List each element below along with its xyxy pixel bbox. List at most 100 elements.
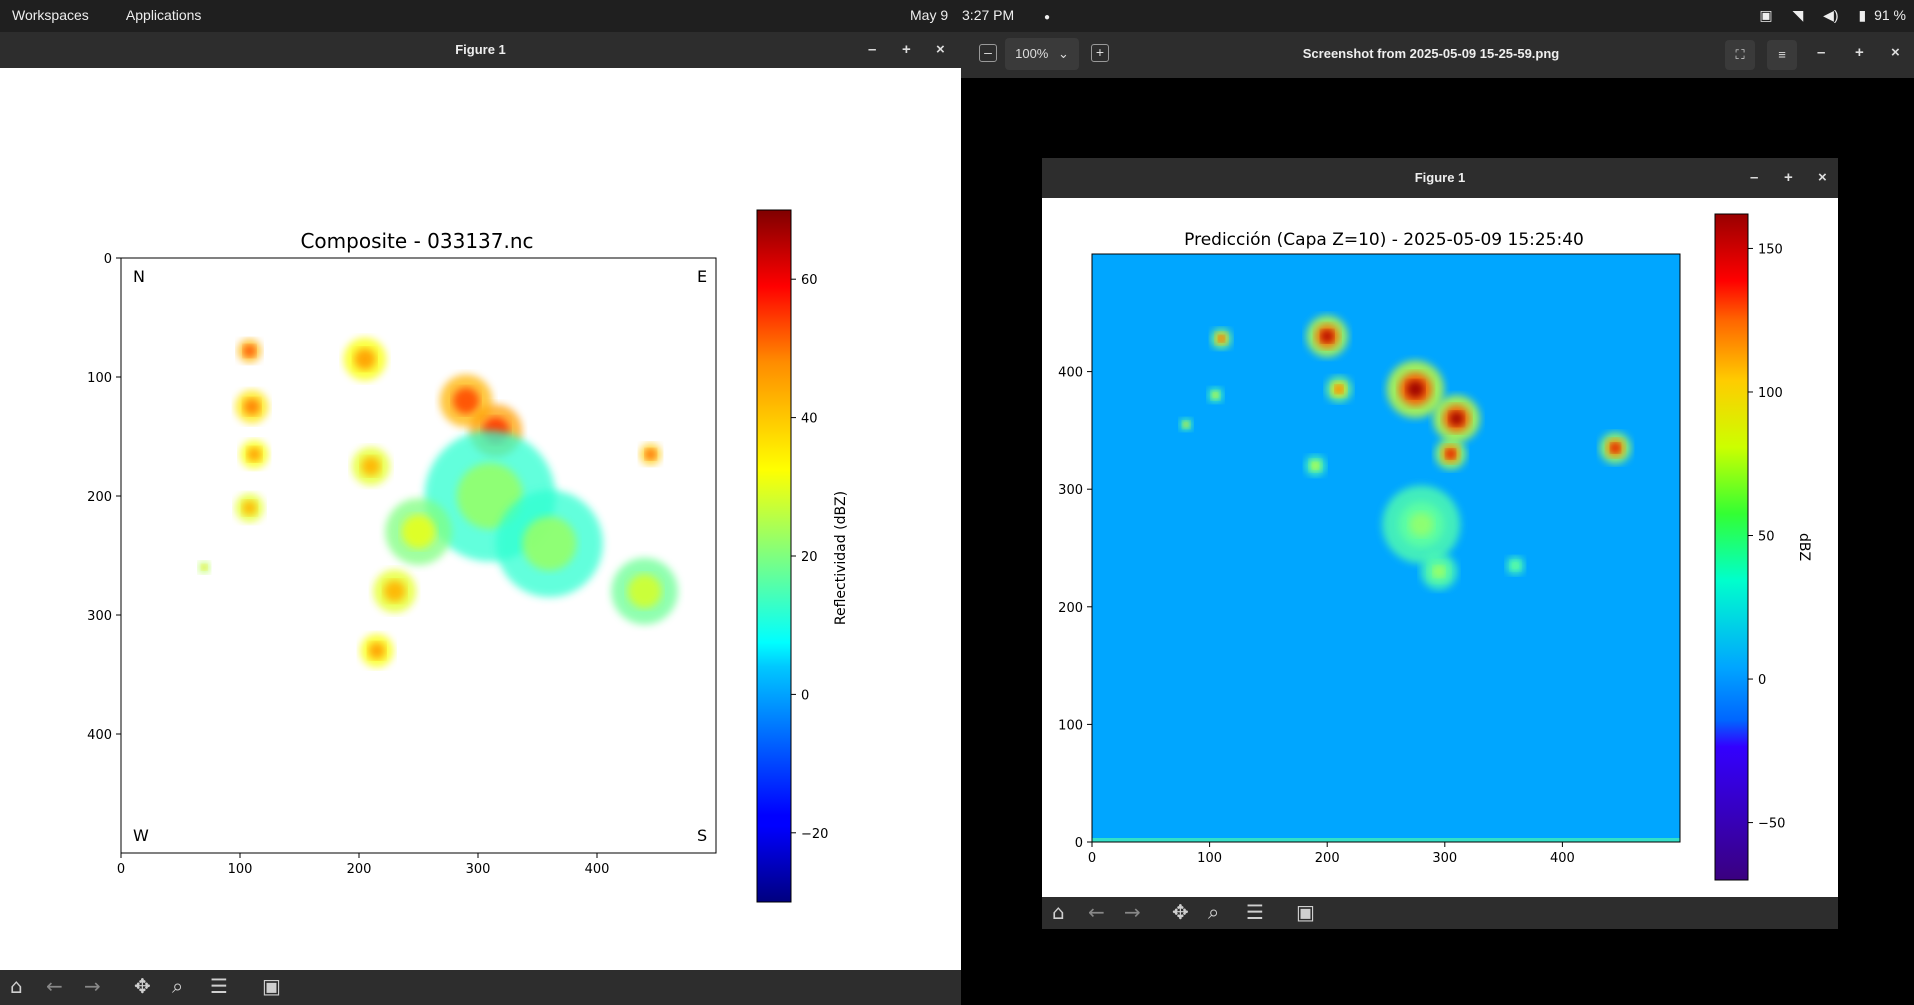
- minimize-button[interactable]: –: [868, 32, 876, 68]
- corner-label-north: N: [133, 267, 145, 286]
- y-tick-label: 100: [87, 371, 112, 386]
- zoom-level-dropdown[interactable]: 100% ⌄: [1005, 38, 1079, 70]
- viewer-title: Screenshot from 2025-05-09 15-25-59.png: [1302, 46, 1560, 61]
- echo-cell-core: [1218, 335, 1225, 342]
- viewer-minimize-button[interactable]: –: [1817, 44, 1825, 61]
- y-tick-label: 400: [87, 728, 112, 743]
- plot-background: [1092, 254, 1680, 842]
- zoom-level: 100%: [1015, 46, 1049, 61]
- echo-cell-core: [354, 348, 376, 370]
- colorbar-tick-label: 0: [1758, 673, 1766, 688]
- y-tick-label: 400: [1058, 366, 1083, 381]
- echo-cell-core: [243, 344, 256, 357]
- image-figure-toolbar: ⌂ ← → ✥ ⌕ ☰ ▣: [1042, 897, 1838, 929]
- plot-area[interactable]: [120, 257, 717, 854]
- colorbar: [756, 209, 792, 903]
- configure-icon[interactable]: ☰: [210, 974, 228, 998]
- colorbar-label: Reflectividad (dBZ): [833, 491, 849, 625]
- wifi-icon[interactable]: ◥: [1792, 7, 1803, 23]
- corner-label-south: S: [697, 826, 707, 845]
- image-window-title: Figure 1: [1414, 170, 1466, 185]
- echo-cell-core: [243, 398, 261, 416]
- colorbar-tick-label: −50: [1758, 817, 1785, 832]
- colorbar-tick-label: 40: [801, 412, 818, 427]
- x-tick-label: 400: [1550, 851, 1575, 866]
- configure-icon: ☰: [1246, 900, 1264, 924]
- echo-cell-core: [1320, 329, 1334, 343]
- viewer-maximize-button[interactable]: +: [1855, 44, 1864, 61]
- volume-icon[interactable]: ◀): [1823, 7, 1838, 23]
- x-tick-label: 0: [117, 862, 125, 877]
- echo-cell-core: [1334, 385, 1343, 394]
- maximize-button[interactable]: +: [902, 32, 911, 68]
- battery-icon[interactable]: ▮: [1858, 7, 1866, 23]
- zoom-icon[interactable]: ⌕: [172, 974, 183, 998]
- echo-cell-core: [1312, 462, 1319, 469]
- echo-cell-core: [401, 514, 436, 549]
- zoom-out-button[interactable]: –: [979, 44, 997, 62]
- y-tick-label: 0: [104, 252, 112, 267]
- x-tick-label: 0: [1088, 851, 1096, 866]
- echo-cell-core: [522, 516, 577, 571]
- figure-window-left: Figure 1 – + × Composite - 033137.nc N E…: [0, 32, 961, 1005]
- close-button[interactable]: ×: [936, 32, 945, 68]
- colorbar-tick-label: 100: [1758, 386, 1783, 401]
- home-icon[interactable]: ⌂: [10, 974, 23, 998]
- echo-cell-core: [361, 456, 381, 476]
- workspaces-menu[interactable]: Workspaces: [12, 7, 89, 23]
- date-label[interactable]: May 9: [910, 7, 948, 23]
- forward-arrow-icon: →: [1124, 900, 1141, 924]
- chevron-down-icon: ⌄: [1057, 46, 1069, 61]
- chart-title: Predicción (Capa Z=10) - 2025-05-09 15:2…: [1184, 230, 1584, 250]
- echo-cell-core: [383, 580, 406, 602]
- x-tick-label: 200: [347, 862, 372, 877]
- back-arrow-icon[interactable]: ←: [46, 974, 63, 998]
- echo-cell-core: [1433, 565, 1445, 578]
- echo-cell-core: [247, 447, 262, 462]
- save-icon[interactable]: ▣: [262, 974, 281, 998]
- echo-cell-core: [1184, 422, 1189, 427]
- y-tick-label: 200: [1058, 601, 1083, 616]
- colorbar: [1714, 213, 1749, 881]
- echo-cell-core: [1610, 443, 1621, 453]
- corner-label-east: E: [697, 267, 707, 286]
- time-label[interactable]: 3:27 PM: [962, 7, 1014, 23]
- forward-arrow-icon[interactable]: →: [84, 974, 101, 998]
- figure-window-titlebar[interactable]: Figure 1 – + ×: [0, 32, 961, 68]
- zoom-in-button[interactable]: +: [1091, 44, 1109, 62]
- menu-icon[interactable]: ≡: [1767, 40, 1797, 70]
- fullscreen-icon[interactable]: ⛶: [1725, 40, 1755, 70]
- x-tick-label: 100: [1197, 851, 1222, 866]
- system-top-bar: Workspaces Applications May 9 3:27 PM ● …: [0, 0, 1914, 32]
- echo-cell-core: [1512, 562, 1519, 569]
- composite-figure: Composite - 033137.nc N E W S 0 100 200 300…: [87, 209, 849, 903]
- x-tick-label: 300: [466, 862, 491, 877]
- display-icon[interactable]: ▣: [1759, 7, 1772, 23]
- save-icon: ▣: [1296, 900, 1315, 924]
- image-minimize-icon: –: [1750, 169, 1759, 186]
- image-figure-titlebar: Figure 1 – + ×: [1042, 158, 1838, 198]
- x-tick-label: 400: [585, 862, 610, 877]
- echo-cell-core: [368, 642, 386, 660]
- viewer-close-button[interactable]: ×: [1891, 44, 1900, 61]
- echo-cell-core: [1449, 411, 1464, 426]
- echo-cell-core: [1406, 380, 1425, 399]
- colorbar-ticks: −50 0 50 100 150: [1748, 242, 1785, 832]
- echo-cell-core: [1445, 449, 1456, 459]
- colorbar-tick-label: 20: [801, 550, 818, 565]
- colorbar-tick-label: −20: [801, 827, 828, 842]
- chart-title: Composite - 033137.nc: [300, 229, 533, 253]
- echo-cell-core: [1213, 392, 1218, 398]
- corner-label-west: W: [133, 826, 149, 845]
- pan-icon[interactable]: ✥: [134, 974, 151, 998]
- window-title: Figure 1: [455, 42, 506, 57]
- battery-level: 91 %: [1874, 7, 1906, 23]
- x-tick-label: 200: [1315, 851, 1340, 866]
- image-maximize-icon: +: [1784, 169, 1793, 186]
- echo-cell-core: [645, 448, 656, 460]
- echo-cell-core: [201, 564, 208, 571]
- y-tick-label: 300: [87, 609, 112, 624]
- image-viewer-header: – 100% ⌄ + Screenshot from 2025-05-09 15…: [961, 32, 1914, 78]
- echo-cell-core: [242, 500, 257, 516]
- applications-menu[interactable]: Applications: [126, 7, 202, 23]
